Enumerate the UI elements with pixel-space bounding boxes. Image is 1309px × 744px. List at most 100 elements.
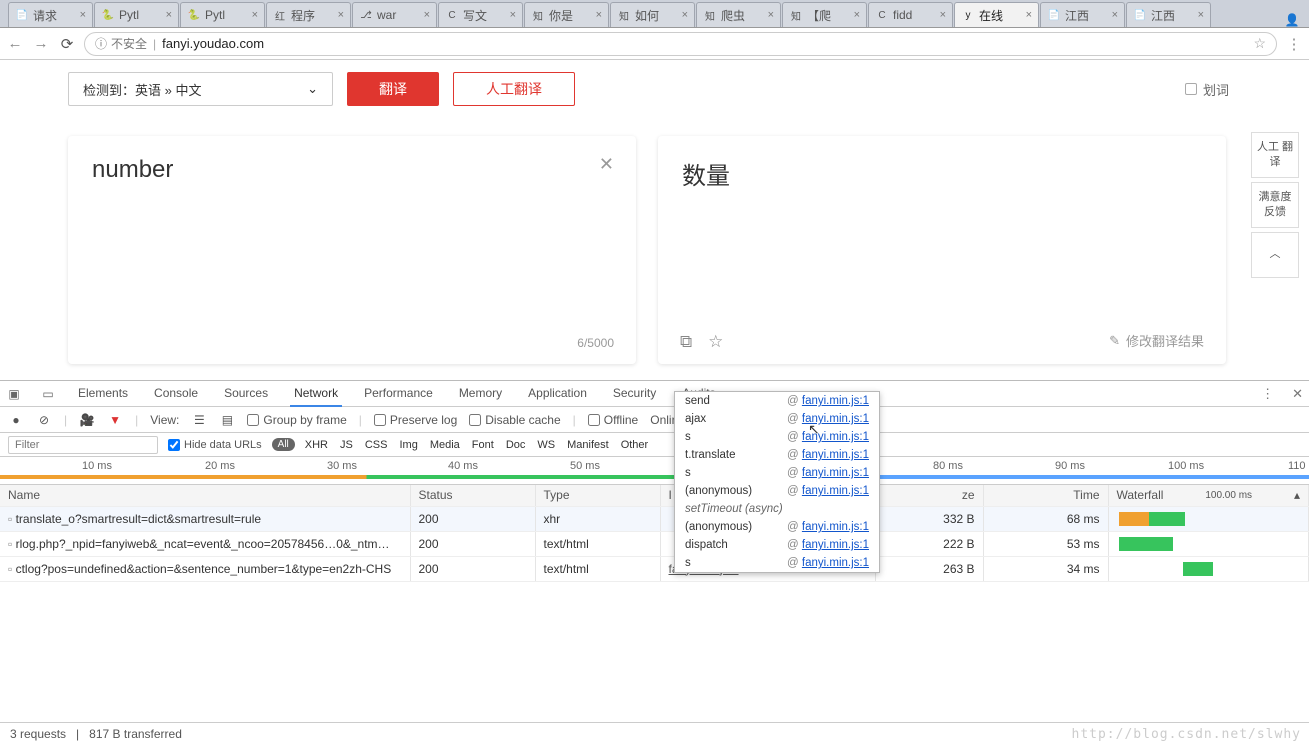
url-box[interactable]: ⓘ 不安全 | fanyi.youdao.com ☆ xyxy=(84,32,1277,56)
back-button[interactable]: ← xyxy=(6,35,24,52)
filter-type-js[interactable]: JS xyxy=(340,439,353,451)
hide-data-urls-checkbox[interactable]: Hide data URLs xyxy=(168,439,262,451)
browser-tab[interactable]: 📄江西× xyxy=(1040,2,1125,27)
view-list-icon[interactable]: ☰ xyxy=(191,413,207,427)
browser-tab[interactable]: 知你是× xyxy=(524,2,609,27)
copy-icon[interactable]: ⧉ xyxy=(680,332,692,352)
tab-close-icon[interactable]: × xyxy=(338,9,344,21)
filter-type-xhr[interactable]: XHR xyxy=(305,439,328,451)
profile-icon[interactable]: 👤 xyxy=(1275,13,1309,27)
edit-result-button[interactable]: ✎ 修改翻译结果 xyxy=(1109,331,1204,350)
table-row[interactable]: ▫ ctlog?pos=undefined&action=&sentence_n… xyxy=(0,556,1309,581)
tab-close-icon[interactable]: × xyxy=(768,9,774,21)
bookmark-star-icon[interactable]: ☆ xyxy=(1253,35,1266,52)
browser-tab[interactable]: 🐍Pytl× xyxy=(180,2,265,27)
device-icon[interactable]: ▭ xyxy=(40,387,56,401)
tab-close-icon[interactable]: × xyxy=(510,9,516,21)
filter-type-other[interactable]: Other xyxy=(621,439,649,451)
callstack-row[interactable]: ajax@ fanyi.min.js:1 xyxy=(675,410,879,428)
record-icon[interactable]: ● xyxy=(8,413,24,427)
tab-close-icon[interactable]: × xyxy=(166,9,172,21)
filter-type-doc[interactable]: Doc xyxy=(506,439,526,451)
devtools-tab-memory[interactable]: Memory xyxy=(455,386,506,401)
tab-close-icon[interactable]: × xyxy=(424,9,430,21)
devtools-tab-application[interactable]: Application xyxy=(524,386,591,401)
filter-all-pill[interactable]: All xyxy=(272,438,295,451)
source-link[interactable]: fanyi.min.js:1 xyxy=(802,467,869,479)
source-link[interactable]: fanyi.min.js:1 xyxy=(802,449,869,461)
tab-close-icon[interactable]: × xyxy=(1026,9,1032,21)
language-selector[interactable]: 检测到：英语 » 中文 ⌄ xyxy=(68,72,333,106)
capture-icon[interactable]: 🎥 xyxy=(79,413,95,427)
source-link[interactable]: fanyi.min.js:1 xyxy=(802,539,869,551)
forward-button[interactable]: → xyxy=(32,35,50,52)
devtools-close-icon[interactable]: ✕ xyxy=(1292,386,1303,402)
browser-tab[interactable]: Cfidd× xyxy=(868,2,953,27)
tab-close-icon[interactable]: × xyxy=(854,9,860,21)
preserve-log-checkbox[interactable]: Preserve log xyxy=(374,413,457,427)
tab-close-icon[interactable]: × xyxy=(252,9,258,21)
devtools-menu-icon[interactable]: ⋮ xyxy=(1261,386,1274,402)
filter-type-ws[interactable]: WS xyxy=(537,439,555,451)
clear-icon[interactable]: ⊘ xyxy=(36,413,52,427)
devtools-tab-console[interactable]: Console xyxy=(150,386,202,401)
source-link[interactable]: fanyi.min.js:1 xyxy=(802,485,869,497)
clear-input-icon[interactable]: ✕ xyxy=(599,154,614,175)
tab-close-icon[interactable]: × xyxy=(596,9,602,21)
table-row[interactable]: ▫ translate_o?smartresult=dict&smartresu… xyxy=(0,506,1309,531)
side-human-translate[interactable]: 人工 翻译 xyxy=(1251,132,1299,178)
browser-tab[interactable]: 📄请求× xyxy=(8,2,93,27)
callstack-row[interactable]: s@ fanyi.min.js:1 xyxy=(675,554,879,572)
tab-close-icon[interactable]: × xyxy=(1198,9,1204,21)
reload-button[interactable]: ⟳ xyxy=(58,35,76,53)
filter-type-font[interactable]: Font xyxy=(472,439,494,451)
callstack-row[interactable]: dispatch@ fanyi.min.js:1 xyxy=(675,536,879,554)
callstack-row[interactable]: (anonymous)@ fanyi.min.js:1 xyxy=(675,518,879,536)
group-by-frame-checkbox[interactable]: Group by frame xyxy=(247,413,346,427)
menu-icon[interactable]: ⋮ xyxy=(1285,35,1303,53)
browser-tab[interactable]: 🐍Pytl× xyxy=(94,2,179,27)
browser-tab[interactable]: 知【爬× xyxy=(782,2,867,27)
timeline-overview[interactable]: 10 ms 20 ms 30 ms 40 ms 50 ms 80 ms 90 m… xyxy=(0,457,1309,485)
tab-close-icon[interactable]: × xyxy=(940,9,946,21)
devtools-tab-sources[interactable]: Sources xyxy=(220,386,272,401)
offline-checkbox[interactable]: Offline xyxy=(588,413,638,427)
filter-type-media[interactable]: Media xyxy=(430,439,460,451)
tab-close-icon[interactable]: × xyxy=(80,9,86,21)
side-feedback[interactable]: 满意度 反馈 xyxy=(1251,182,1299,228)
browser-tab[interactable]: 知如何× xyxy=(610,2,695,27)
source-link[interactable]: fanyi.min.js:1 xyxy=(802,395,869,407)
table-row[interactable]: ▫ rlog.php?_npid=fanyiweb&_ncat=event&_n… xyxy=(0,531,1309,556)
devtools-tab-elements[interactable]: Elements xyxy=(74,386,132,401)
callstack-row[interactable]: send@ fanyi.min.js:1 xyxy=(675,392,879,410)
side-scroll-top[interactable]: ︿ xyxy=(1251,232,1299,278)
filter-input[interactable] xyxy=(8,436,158,454)
input-pane[interactable]: number ✕ 6/5000 xyxy=(68,136,636,364)
view-large-icon[interactable]: ▤ xyxy=(219,413,235,427)
human-translate-button[interactable]: 人工翻译 xyxy=(453,72,575,106)
browser-tab[interactable]: 📄江西× xyxy=(1126,2,1211,27)
translate-button[interactable]: 翻译 xyxy=(347,72,439,106)
huaci-toggle[interactable]: 划词 xyxy=(1185,80,1229,99)
disable-cache-checkbox[interactable]: Disable cache xyxy=(469,413,560,427)
browser-tab[interactable]: 红程序× xyxy=(266,2,351,27)
browser-tab[interactable]: 知爬虫× xyxy=(696,2,781,27)
tab-close-icon[interactable]: × xyxy=(682,9,688,21)
browser-tab[interactable]: y在线× xyxy=(954,2,1039,27)
devtools-tab-performance[interactable]: Performance xyxy=(360,386,437,401)
devtools-tab-network[interactable]: Network xyxy=(290,386,342,407)
filter-type-manifest[interactable]: Manifest xyxy=(567,439,609,451)
browser-tab[interactable]: ⎇war× xyxy=(352,2,437,27)
filter-type-img[interactable]: Img xyxy=(399,439,417,451)
filter-type-css[interactable]: CSS xyxy=(365,439,388,451)
browser-tab[interactable]: C写文× xyxy=(438,2,523,27)
callstack-row[interactable]: (anonymous)@ fanyi.min.js:1 xyxy=(675,482,879,500)
star-icon[interactable]: ☆ xyxy=(708,332,723,352)
callstack-row[interactable]: t.translate@ fanyi.min.js:1 xyxy=(675,446,879,464)
callstack-row[interactable]: s@ fanyi.min.js:1 xyxy=(675,428,879,446)
source-link[interactable]: fanyi.min.js:1 xyxy=(802,557,869,569)
source-link[interactable]: fanyi.min.js:1 xyxy=(802,521,869,533)
filter-icon[interactable]: ▼ xyxy=(107,413,123,427)
table-header-row[interactable]: Name Status Type I ze Time Waterfall100.… xyxy=(0,485,1309,506)
tab-close-icon[interactable]: × xyxy=(1112,9,1118,21)
